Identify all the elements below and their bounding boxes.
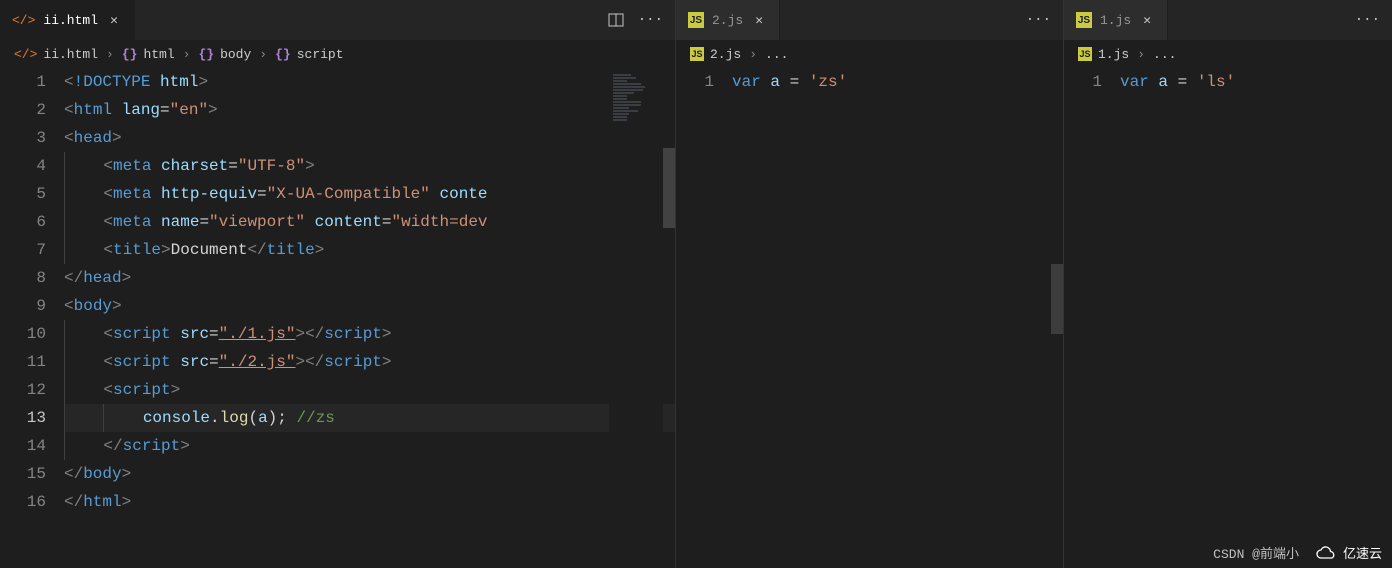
editor-area[interactable]: 1 var a = 'zs' (676, 68, 1063, 568)
close-icon[interactable]: ✕ (751, 12, 767, 28)
code-line[interactable]: <meta http-equiv="X-UA-Compatible" conte (64, 180, 675, 208)
scrollbar-vertical[interactable] (1051, 264, 1063, 334)
close-icon[interactable]: ✕ (106, 12, 122, 28)
line-number: 12 (0, 376, 46, 404)
html-file-icon: </> (12, 13, 35, 28)
chevron-right-icon: › (749, 47, 757, 62)
line-number: 13 (0, 404, 46, 432)
breadcrumb-item[interactable]: {}html (122, 47, 175, 62)
line-number: 5 (0, 180, 46, 208)
js-file-icon: JS (690, 47, 704, 61)
line-number: 4 (0, 152, 46, 180)
tab-ii-html[interactable]: </> ii.html ✕ (0, 0, 135, 40)
more-icon[interactable]: ··· (1355, 12, 1380, 28)
js-file-icon: JS (1078, 47, 1092, 61)
editor-pane-2: JS 2.js ✕ ··· JS2.js › ... 1 var a = 'zs… (676, 0, 1064, 568)
breadcrumb-item[interactable]: ... (765, 47, 788, 62)
breadcrumb-item[interactable]: JS2.js (690, 47, 741, 62)
line-number: 9 (0, 292, 46, 320)
tab-1-js[interactable]: JS 1.js ✕ (1064, 0, 1168, 40)
code-line[interactable]: </script> (64, 432, 675, 460)
code-line[interactable]: </body> (64, 460, 675, 488)
line-number: 10 (0, 320, 46, 348)
watermark-text: CSDN @前端小 (1213, 543, 1299, 562)
chevron-right-icon: › (259, 47, 267, 62)
breadcrumb-item[interactable]: ... (1153, 47, 1176, 62)
tab-bar: JS 2.js ✕ ··· (676, 0, 1063, 40)
more-icon[interactable]: ··· (1026, 12, 1051, 28)
code-line[interactable]: <meta charset="UTF-8"> (64, 152, 675, 180)
footer: CSDN @前端小 亿速云 (1213, 543, 1382, 562)
line-number: 1 (0, 68, 46, 96)
code-line[interactable]: <script> (64, 376, 675, 404)
line-number: 8 (0, 264, 46, 292)
tab-bar: JS 1.js ✕ ··· (1064, 0, 1392, 40)
tab-label: ii.html (43, 13, 98, 28)
logo: 亿速云 (1315, 543, 1382, 562)
editor-pane-3: JS 1.js ✕ ··· JS1.js › ... 1 var a = 'ls… (1064, 0, 1392, 568)
js-file-icon: JS (688, 12, 704, 28)
chevron-right-icon: › (106, 47, 114, 62)
code-content[interactable]: var a = 'zs' (732, 68, 1063, 568)
breadcrumb: JS1.js › ... (1064, 40, 1392, 68)
breadcrumb-item[interactable]: {}script (275, 47, 343, 62)
tab-bar: </> ii.html ✕ ··· (0, 0, 675, 40)
line-number: 1 (676, 68, 714, 96)
code-line[interactable]: <title>Document</title> (64, 236, 675, 264)
tab-2-js[interactable]: JS 2.js ✕ (676, 0, 780, 40)
tab-actions: ··· (1343, 0, 1392, 40)
brackets-icon: {} (275, 47, 291, 62)
tab-label: 2.js (712, 13, 743, 28)
breadcrumb-item[interactable]: JS1.js (1078, 47, 1129, 62)
js-file-icon: JS (1076, 12, 1092, 28)
code-line[interactable]: var a = 'ls' (1120, 68, 1392, 96)
line-number: 3 (0, 124, 46, 152)
line-number: 1 (1064, 68, 1102, 96)
scrollbar-vertical[interactable] (663, 148, 675, 228)
more-icon[interactable]: ··· (638, 12, 663, 28)
line-number: 14 (0, 432, 46, 460)
line-number-gutter: 1 (676, 68, 732, 568)
chevron-right-icon: › (1137, 47, 1145, 62)
line-number-gutter: 1 (1064, 68, 1120, 568)
tab-label: 1.js (1100, 13, 1131, 28)
html-file-icon: </> (14, 47, 37, 62)
code-line[interactable]: <meta name="viewport" content="width=dev (64, 208, 675, 236)
code-line[interactable]: </head> (64, 264, 675, 292)
line-number: 15 (0, 460, 46, 488)
code-content[interactable]: var a = 'ls' (1120, 68, 1392, 568)
code-line[interactable]: var a = 'zs' (732, 68, 1063, 96)
code-line[interactable]: <script src="./1.js"></script> (64, 320, 675, 348)
line-number: 16 (0, 488, 46, 516)
line-number: 2 (0, 96, 46, 124)
code-line[interactable]: </html> (64, 488, 675, 516)
line-number-gutter: 12345678910111213141516 (0, 68, 64, 568)
code-line[interactable]: <script src="./2.js"></script> (64, 348, 675, 376)
breadcrumb-item[interactable]: {}body (198, 47, 251, 62)
split-editor-icon[interactable] (608, 12, 624, 28)
code-line[interactable]: <body> (64, 292, 675, 320)
editor-area[interactable]: 1 var a = 'ls' (1064, 68, 1392, 568)
code-line[interactable]: <html lang="en"> (64, 96, 675, 124)
minimap[interactable] (609, 68, 663, 568)
editor-pane-1: </> ii.html ✕ ··· </>ii.html › {}html › … (0, 0, 676, 568)
code-content[interactable]: <!DOCTYPE html><html lang="en"><head> <m… (64, 68, 675, 568)
code-line[interactable]: console.log(a); //zs (64, 404, 675, 432)
tab-actions: ··· (1014, 0, 1063, 40)
brackets-icon: {} (122, 47, 138, 62)
line-number: 11 (0, 348, 46, 376)
code-line[interactable]: <head> (64, 124, 675, 152)
close-icon[interactable]: ✕ (1139, 12, 1155, 28)
chevron-right-icon: › (183, 47, 191, 62)
tab-actions: ··· (596, 0, 675, 40)
cloud-icon (1315, 545, 1337, 561)
line-number: 6 (0, 208, 46, 236)
line-number: 7 (0, 236, 46, 264)
editor-area[interactable]: 12345678910111213141516 <!DOCTYPE html><… (0, 68, 675, 568)
breadcrumb: </>ii.html › {}html › {}body › {}script (0, 40, 675, 68)
brackets-icon: {} (198, 47, 214, 62)
breadcrumb-item[interactable]: </>ii.html (14, 47, 98, 62)
breadcrumb: JS2.js › ... (676, 40, 1063, 68)
code-line[interactable]: <!DOCTYPE html> (64, 68, 675, 96)
